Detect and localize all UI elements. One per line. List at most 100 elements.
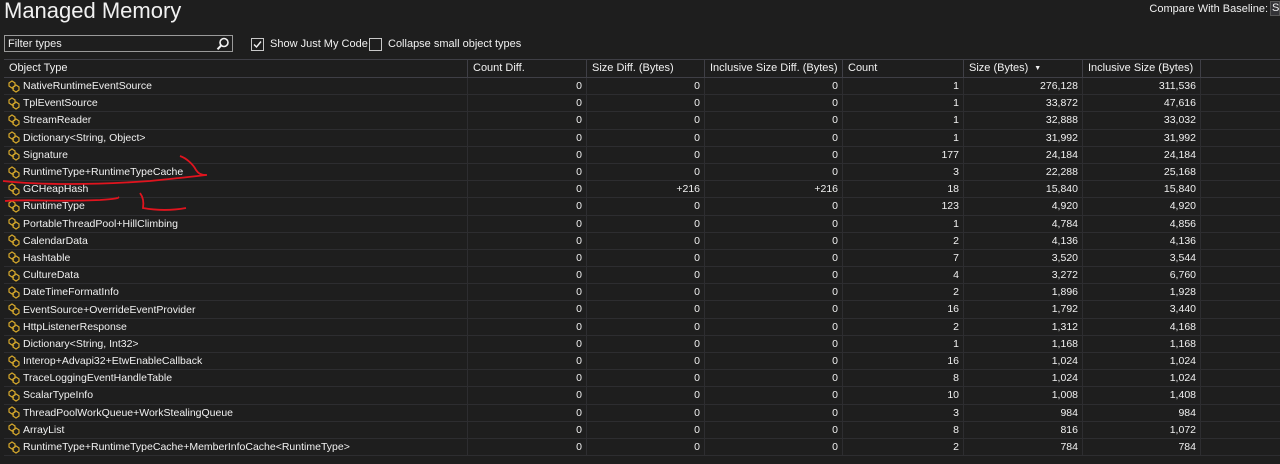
- table-row[interactable]: StreamReader 0 0 0 1 32,888 33,032: [4, 112, 1280, 130]
- table-row[interactable]: CultureData 0 0 0 4 3,272 6,760: [4, 267, 1280, 285]
- inclusive-size-diff-cell: 0: [705, 129, 843, 146]
- inclusive-size-cell: 1,168: [1083, 335, 1201, 352]
- size-diff-cell: 0: [587, 232, 705, 249]
- table-row[interactable]: Dictionary<String, Int32> 0 0 0 1 1,168 1,168: [4, 335, 1280, 353]
- table-row[interactable]: ArrayList 0 0 0 8 816 1,072: [4, 421, 1280, 439]
- object-type-cell[interactable]: Interop+Advapi32+EtwEnableCallback: [4, 353, 468, 370]
- object-type-name: HttpListenerResponse: [23, 320, 127, 333]
- table-row[interactable]: Dictionary<String, Object> 0 0 0 1 31,992 31,9…: [4, 129, 1280, 147]
- object-type-cell[interactable]: CultureData: [4, 267, 468, 284]
- column-header-inclusive-size[interactable]: Inclusive Size (Bytes): [1083, 60, 1201, 77]
- compare-baseline-select[interactable]: Se: [1270, 1, 1280, 16]
- table-row[interactable]: TplEventSource 0 0 0 1 33,872 47,616: [4, 95, 1280, 113]
- object-type-cell[interactable]: TraceLoggingEventHandleTable: [4, 370, 468, 387]
- search-icon[interactable]: [216, 37, 230, 51]
- count-diff-cell: 0: [468, 421, 587, 438]
- count-cell: 18: [843, 181, 964, 198]
- show-just-my-code-option[interactable]: Show Just My Code: [251, 37, 368, 51]
- table-row[interactable]: Hashtable 0 0 0 7 3,520 3,544: [4, 249, 1280, 268]
- size-diff-cell: 0: [587, 438, 705, 456]
- collapse-small-types-checkbox[interactable]: [369, 37, 382, 51]
- object-type-cell[interactable]: Hashtable: [4, 249, 468, 267]
- object-type-cell[interactable]: DateTimeFormatInfo: [4, 284, 468, 301]
- table-row[interactable]: DateTimeFormatInfo 0 0 0 2 1,896 1,928: [4, 284, 1280, 302]
- table-row[interactable]: RuntimeType+RuntimeTypeCache+MemberInfoC…: [4, 438, 1280, 457]
- object-type-cell[interactable]: StreamReader: [4, 112, 468, 129]
- table-row[interactable]: NativeRuntimeEventSource 0 0 0 1 276,128 311,5…: [4, 78, 1280, 96]
- inclusive-size-cell: 4,920: [1083, 198, 1201, 215]
- size-cell: 784: [964, 438, 1083, 456]
- column-header-count-diff[interactable]: Count Diff.: [468, 60, 587, 77]
- object-types-table: Object Type Count Diff. Size Diff. (Byte…: [4, 59, 1280, 457]
- compare-baseline-label: Compare With Baseline:: [1149, 3, 1268, 15]
- column-header-size-diff[interactable]: Size Diff. (Bytes): [587, 60, 705, 77]
- size-diff-cell: 0: [587, 198, 705, 215]
- object-type-cell[interactable]: Dictionary<String, Object>: [4, 129, 468, 146]
- class-type-icon: [7, 114, 21, 127]
- show-just-my-code-label: Show Just My Code: [270, 38, 368, 50]
- table-row[interactable]: HttpListenerResponse 0 0 0 2 1,312 4,168: [4, 318, 1280, 336]
- size-diff-cell: 0: [587, 318, 705, 335]
- table-row[interactable]: RuntimeType+RuntimeTypeCache 0 0 0 3 22,288 25…: [4, 163, 1280, 182]
- inclusive-size-cell: 15,840: [1083, 181, 1201, 198]
- filter-types-box[interactable]: [4, 35, 233, 52]
- object-type-cell[interactable]: PortableThreadPool+HillClimbing: [4, 215, 468, 232]
- object-type-cell[interactable]: TplEventSource: [4, 95, 468, 112]
- count-cell: 7: [843, 249, 964, 267]
- count-cell: 8: [843, 421, 964, 438]
- show-just-my-code-checkbox[interactable]: [251, 37, 264, 51]
- object-type-cell[interactable]: NativeRuntimeEventSource: [4, 78, 468, 95]
- object-type-cell[interactable]: Dictionary<String, Int32>: [4, 335, 468, 352]
- size-cell: 1,168: [964, 335, 1083, 352]
- column-header-count[interactable]: Count: [843, 60, 964, 77]
- object-type-cell[interactable]: HttpListenerResponse: [4, 318, 468, 335]
- count-diff-cell: 0: [468, 387, 587, 404]
- table-row[interactable]: TraceLoggingEventHandleTable 0 0 0 8 1,024 1,0…: [4, 370, 1280, 388]
- object-type-cell[interactable]: CalendarData: [4, 232, 468, 249]
- object-type-cell[interactable]: ScalarTypeInfo: [4, 387, 468, 404]
- inclusive-size-diff-cell: 0: [705, 353, 843, 370]
- object-type-cell[interactable]: ArrayList: [4, 421, 468, 438]
- inclusive-size-cell: 6,760: [1083, 267, 1201, 284]
- object-type-cell[interactable]: ThreadPoolWorkQueue+WorkStealingQueue: [4, 404, 468, 421]
- size-cell: 816: [964, 421, 1083, 438]
- filter-types-input[interactable]: [7, 36, 209, 51]
- count-diff-cell: 0: [468, 267, 587, 284]
- column-header-inclusive-size-diff[interactable]: Inclusive Size Diff. (Bytes): [705, 60, 843, 77]
- count-diff-cell: 0: [468, 318, 587, 335]
- class-type-icon: [7, 423, 21, 437]
- object-type-cell[interactable]: Signature: [4, 146, 468, 163]
- object-type-cell[interactable]: RuntimeType+RuntimeTypeCache: [4, 163, 468, 181]
- table-row[interactable]: EventSource+OverrideEventProvider 0 0 0 16 1,…: [4, 301, 1280, 319]
- table-row[interactable]: CalendarData 0 0 0 2 4,136 4,136: [4, 232, 1280, 250]
- class-type-icon: [7, 286, 21, 299]
- table-row[interactable]: ScalarTypeInfo 0 0 0 10 1,008 1,408: [4, 387, 1280, 405]
- table-row[interactable]: GCHeapHash 0 +216 +216 18 15,840 15,840: [4, 181, 1280, 199]
- column-header-size-label: Size (Bytes): [969, 62, 1029, 74]
- inclusive-size-cell: 33,032: [1083, 112, 1201, 129]
- column-header-object-type[interactable]: Object Type: [4, 60, 468, 77]
- inclusive-size-diff-cell: 0: [705, 215, 843, 232]
- table-row[interactable]: RuntimeType 0 0 0 123 4,920 4,920: [4, 198, 1280, 216]
- count-diff-cell: 0: [468, 335, 587, 352]
- column-header-size[interactable]: Size (Bytes) ▼: [964, 60, 1083, 77]
- count-cell: 1: [843, 78, 964, 95]
- sort-descending-icon: ▼: [1034, 65, 1042, 72]
- inclusive-size-diff-cell: 0: [705, 318, 843, 335]
- object-type-cell[interactable]: RuntimeType+RuntimeTypeCache+MemberInfoC…: [4, 438, 468, 456]
- count-cell: 3: [843, 404, 964, 421]
- table-row[interactable]: PortableThreadPool+HillClimbing 0 0 0 1 4,784…: [4, 215, 1280, 233]
- table-row[interactable]: Interop+Advapi32+EtwEnableCallback 0 0 0 16 1…: [4, 353, 1280, 371]
- table-row[interactable]: ThreadPoolWorkQueue+WorkStealingQueue 0 0 0…: [4, 404, 1280, 422]
- table-row[interactable]: Signature 0 0 0 177 24,184 24,184: [4, 146, 1280, 164]
- size-cell: 15,840: [964, 181, 1083, 198]
- object-type-name: TraceLoggingEventHandleTable: [23, 372, 173, 385]
- inclusive-size-diff-cell: 0: [705, 370, 843, 387]
- class-type-icon: [7, 337, 21, 351]
- collapse-small-types-option[interactable]: Collapse small object types: [369, 37, 521, 51]
- object-type-cell[interactable]: EventSource+OverrideEventProvider: [4, 301, 468, 318]
- object-type-cell[interactable]: RuntimeType: [4, 198, 468, 215]
- size-diff-cell: 0: [587, 353, 705, 370]
- object-type-cell[interactable]: GCHeapHash: [4, 181, 468, 198]
- class-type-icon: [7, 251, 21, 265]
